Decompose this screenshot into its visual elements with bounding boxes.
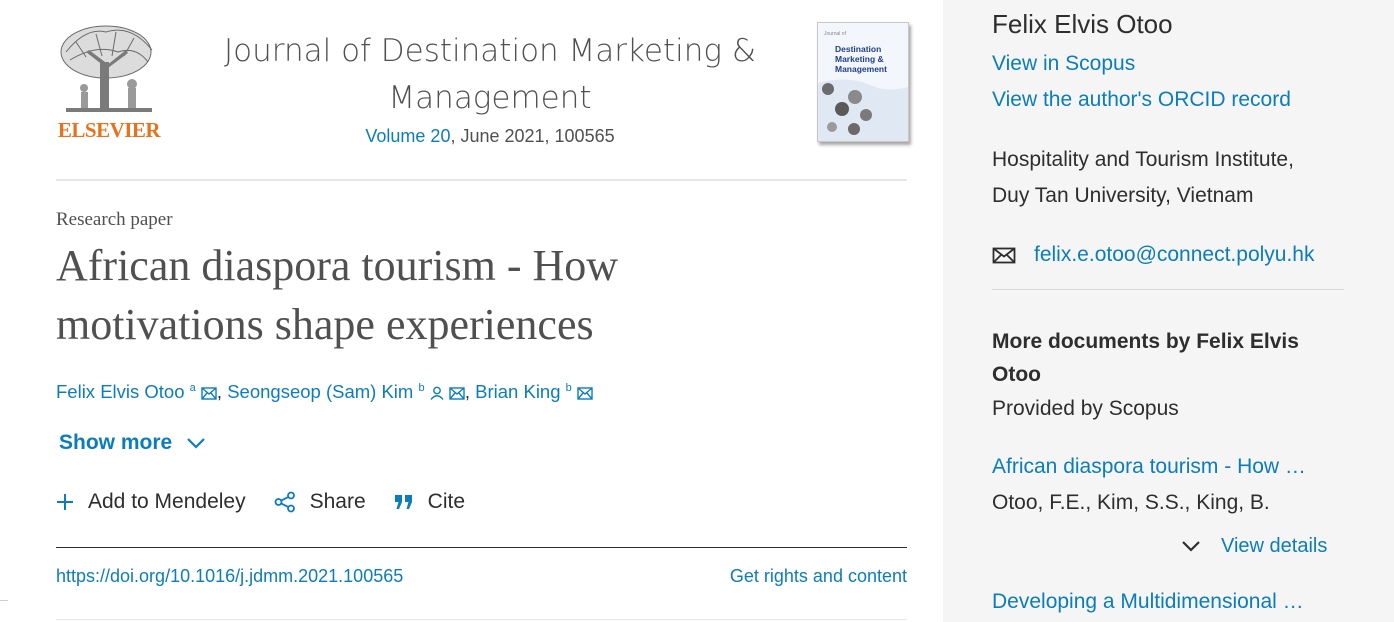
actions-divider	[56, 547, 907, 548]
share-icon	[274, 491, 296, 513]
article-type: Research paper	[56, 209, 173, 230]
article-actions: Add to Mendeley Share Cite	[56, 490, 493, 514]
panel-divider	[992, 289, 1344, 290]
author-side-panel: Felix Elvis Otoo View in Scopus View the…	[943, 0, 1394, 622]
cite-button[interactable]: Cite	[394, 490, 465, 514]
view-details-button[interactable]: View details	[1181, 535, 1327, 558]
more-documents-heading: More documents by Felix Elvis Otoo	[992, 330, 1299, 386]
envelope-icon[interactable]	[577, 383, 593, 405]
journal-issue: Volume 20, June 2021, 100565	[200, 126, 780, 147]
document-link[interactable]: Developing a Multidimensional …	[992, 590, 1304, 614]
footer-divider	[56, 619, 907, 620]
edge-divider	[0, 600, 8, 601]
mendeley-label: Add to Mendeley	[88, 490, 246, 513]
publisher-wordmark: ELSEVIER	[57, 118, 161, 142]
cover-artwork-icon	[818, 79, 908, 141]
author-separator: ,	[216, 381, 223, 402]
document-authors: Otoo, F.E., Kim, S.S., King, B.	[992, 491, 1270, 514]
chevron-down-icon	[1181, 535, 1201, 558]
author-panel-name: Felix Elvis Otoo	[992, 9, 1173, 39]
volume-link[interactable]: Volume 20	[365, 126, 450, 146]
share-label: Share	[309, 490, 366, 513]
header-divider	[56, 179, 907, 181]
author-list: Felix Elvis Otoo a , Seongseop (Sam) Kim…	[56, 381, 593, 405]
author-affiliation-sup[interactable]: a	[190, 382, 196, 394]
chevron-down-icon	[186, 431, 206, 455]
author-affiliation-sup[interactable]: b	[566, 382, 572, 394]
envelope-icon[interactable]	[449, 383, 465, 405]
author-link-otoo[interactable]: Felix Elvis Otoo	[56, 381, 185, 402]
show-more-label: Show more	[59, 431, 173, 454]
envelope-icon[interactable]	[201, 383, 217, 405]
publisher-logo[interactable]: ELSEVIER	[56, 22, 162, 142]
journal-info: Journal of Destination Marketing & Manag…	[200, 28, 780, 147]
envelope-icon	[992, 247, 1016, 264]
issue-details: , June 2021, 100565	[450, 126, 615, 146]
author-link-king[interactable]: Brian King	[475, 381, 560, 402]
view-in-scopus-link[interactable]: View in Scopus	[992, 52, 1135, 76]
document-link[interactable]: African diaspora tourism - How …	[992, 455, 1306, 479]
affiliation-line-1: Hospitality and Tourism Institute,	[992, 148, 1294, 171]
article-header: ELSEVIER Journal of Destination Marketin…	[0, 0, 940, 622]
author-affiliation-sup[interactable]: b	[418, 382, 424, 394]
article-title: African diaspora tourism - How motivatio…	[56, 241, 619, 349]
rights-link[interactable]: Get rights and content	[730, 566, 907, 587]
view-details-label: View details	[1221, 535, 1328, 557]
cite-label: Cite	[427, 490, 466, 513]
journal-title-link[interactable]: Journal of Destination Marketing & Manag…	[224, 33, 756, 116]
affiliation-line-2: Duy Tan University, Vietnam	[992, 184, 1254, 207]
provided-by-scopus: Provided by Scopus	[992, 397, 1179, 420]
doi-link[interactable]: https://doi.org/10.1016/j.jdmm.2021.1005…	[56, 566, 403, 587]
person-icon[interactable]	[430, 383, 444, 405]
view-orcid-link[interactable]: View the author's ORCID record	[992, 88, 1291, 112]
journal-cover-image[interactable]: Journal of Destination Marketing & Manag…	[817, 22, 909, 142]
tree-logo-icon	[60, 25, 153, 112]
author-separator: ,	[464, 381, 471, 402]
quote-icon	[394, 494, 414, 510]
author-email-link[interactable]: felix.e.otoo@connect.polyu.hk	[1034, 243, 1315, 267]
author-email-row: felix.e.otoo@connect.polyu.hk	[992, 243, 1315, 267]
plus-icon	[56, 493, 74, 511]
share-button[interactable]: Share	[274, 490, 366, 514]
author-affiliation: Hospitality and Tourism Institute, Duy T…	[992, 142, 1294, 214]
add-to-mendeley-button[interactable]: Add to Mendeley	[56, 490, 246, 514]
author-link-kim[interactable]: Seongseop (Sam) Kim	[227, 381, 413, 402]
show-more-button[interactable]: Show more	[59, 431, 206, 455]
